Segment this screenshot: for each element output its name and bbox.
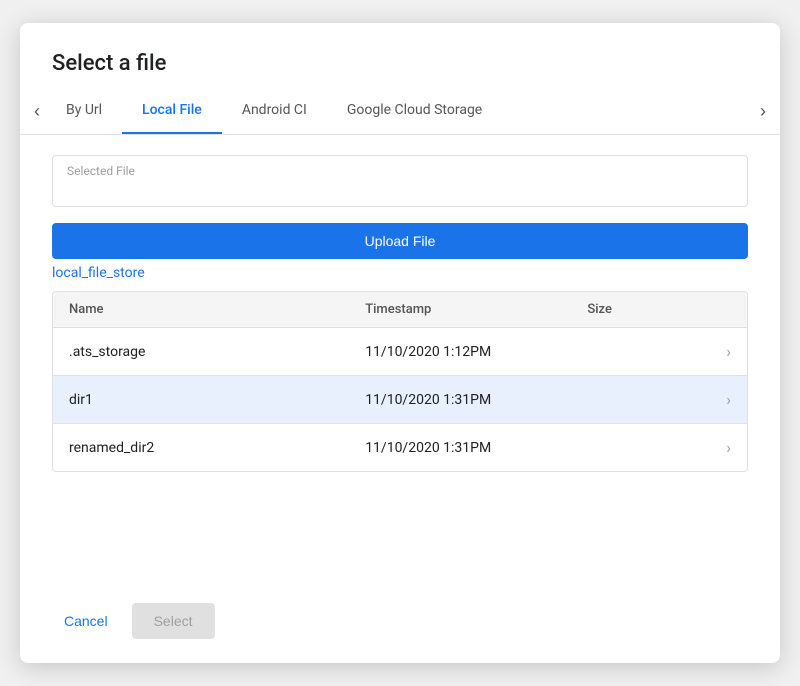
tabs-right-arrow[interactable]: › bbox=[754, 93, 772, 130]
tabs-bar: ‹ By Url Local File Android CI Google Cl… bbox=[20, 88, 780, 135]
row-timestamp: 11/10/2020 1:31PM bbox=[365, 440, 587, 456]
cancel-button[interactable]: Cancel bbox=[52, 605, 120, 637]
selected-file-field: Selected File bbox=[52, 155, 748, 207]
file-store-link[interactable]: local_file_store bbox=[52, 265, 748, 281]
table-row[interactable]: dir1 11/10/2020 1:31PM › bbox=[53, 376, 747, 424]
tab-by-url[interactable]: By Url bbox=[46, 88, 122, 134]
row-timestamp: 11/10/2020 1:31PM bbox=[365, 392, 587, 408]
row-name: .ats_storage bbox=[69, 344, 365, 360]
dialog-body: Selected File Upload File local_file_sto… bbox=[20, 135, 780, 585]
upload-file-button[interactable]: Upload File bbox=[52, 223, 748, 259]
tabs-container: By Url Local File Android CI Google Clou… bbox=[46, 88, 754, 134]
row-name: renamed_dir2 bbox=[69, 440, 365, 456]
row-chevron-icon: › bbox=[691, 390, 731, 409]
row-name: dir1 bbox=[69, 392, 365, 408]
table-header: Name Timestamp Size bbox=[53, 292, 747, 328]
tab-local-file[interactable]: Local File bbox=[122, 88, 222, 134]
file-table: Name Timestamp Size .ats_storage 11/10/2… bbox=[52, 291, 748, 472]
tab-android-ci[interactable]: Android CI bbox=[222, 88, 327, 134]
col-timestamp-header: Timestamp bbox=[365, 302, 587, 317]
col-size-header: Size bbox=[587, 302, 691, 317]
dialog-title: Select a file bbox=[20, 23, 780, 76]
tab-google-cloud-storage[interactable]: Google Cloud Storage bbox=[327, 88, 502, 134]
table-row[interactable]: .ats_storage 11/10/2020 1:12PM › bbox=[53, 328, 747, 376]
select-button[interactable]: Select bbox=[132, 603, 215, 639]
selected-file-label: Selected File bbox=[67, 164, 135, 178]
col-name-header: Name bbox=[69, 302, 365, 317]
row-timestamp: 11/10/2020 1:12PM bbox=[365, 344, 587, 360]
row-chevron-icon: › bbox=[691, 342, 731, 361]
file-select-dialog: Select a file ‹ By Url Local File Androi… bbox=[20, 23, 780, 663]
tabs-left-arrow[interactable]: ‹ bbox=[28, 93, 46, 130]
row-chevron-icon: › bbox=[691, 438, 731, 457]
table-row[interactable]: renamed_dir2 11/10/2020 1:31PM › bbox=[53, 424, 747, 471]
dialog-footer: Cancel Select bbox=[20, 585, 780, 663]
